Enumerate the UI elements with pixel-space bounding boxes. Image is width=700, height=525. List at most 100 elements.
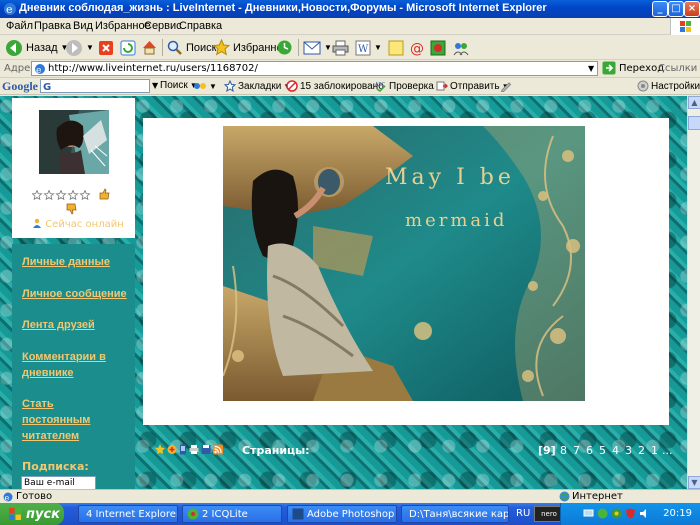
task-folder[interactable]: D:\Таня\всякие кар... <box>401 505 509 523</box>
windows-flag-icon <box>9 508 21 520</box>
highlight-button[interactable] <box>500 80 512 92</box>
ie-icon: e <box>4 3 16 16</box>
language-indicator[interactable]: RU <box>516 508 530 519</box>
subscribe-label: Подписка: <box>22 460 89 473</box>
menu-view[interactable]: Вид <box>73 20 93 32</box>
rss-icon[interactable] <box>213 444 223 455</box>
task-internet-explorer[interactable]: e 4 Internet Explorer <box>78 505 178 523</box>
page-content: Сейчас онлайн Личные данные Личное сообщ… <box>0 96 687 489</box>
scroll-thumb[interactable] <box>688 116 700 130</box>
sidebar-link-private-message[interactable]: Личное сообщение <box>22 286 127 302</box>
vertical-scrollbar[interactable]: ▲ ▼ <box>687 96 700 489</box>
at-icon: @ <box>410 41 424 56</box>
pin-icon[interactable] <box>155 444 165 455</box>
printer-icon <box>332 40 349 55</box>
overlay-text-line1: May I be <box>385 165 515 190</box>
extension-button[interactable] <box>430 38 446 57</box>
task-photoshop[interactable]: Adobe Photoshop <box>287 505 397 523</box>
google-search-dropdown[interactable]: ▼ <box>152 81 158 90</box>
status-bar: e Готово Интернет <box>0 489 700 503</box>
page-link-8[interactable]: 8 <box>560 444 567 457</box>
post-container: May I be mermaid <box>143 118 669 425</box>
tray-volume-icon[interactable] <box>639 508 650 519</box>
save-icon[interactable] <box>201 444 211 455</box>
thumbs-up-icon[interactable] <box>98 188 110 203</box>
close-button[interactable]: × <box>684 1 700 17</box>
pencil-icon <box>500 82 512 92</box>
go-button[interactable]: Переход <box>602 61 664 75</box>
bookmarks-button[interactable]: Закладки ▼ <box>224 80 291 92</box>
thumbs-down-icon[interactable] <box>65 203 77 218</box>
mail-button[interactable]: ▼ <box>303 38 332 57</box>
page-more[interactable]: ... <box>662 444 673 457</box>
google-options-icon <box>194 83 206 89</box>
avatar[interactable] <box>39 110 109 174</box>
rating-stars <box>32 190 92 200</box>
menu-edit[interactable]: Правка <box>34 20 71 32</box>
links-label[interactable]: Ссылки <box>658 63 697 74</box>
page-link-4[interactable]: 4 <box>612 444 619 457</box>
refresh-button[interactable] <box>120 38 136 57</box>
search-button[interactable]: Поиск <box>167 38 216 57</box>
back-button[interactable]: Назад ▼ <box>5 38 68 57</box>
note-icon <box>388 40 404 55</box>
page-link-2[interactable]: 2 <box>638 444 645 457</box>
popup-blocker-button[interactable]: 15 заблокировано <box>286 80 384 92</box>
post-image[interactable]: May I be mermaid <box>223 126 585 401</box>
history-button[interactable] <box>276 38 293 57</box>
google-search-input[interactable]: G <box>40 79 150 93</box>
page-link-1[interactable]: 1 <box>651 444 658 457</box>
tray-network-icon[interactable] <box>583 508 594 519</box>
address-dropdown-arrow[interactable]: ▼ <box>588 64 594 73</box>
address-input[interactable]: http://www.liveinternet.ru/users/1168702… <box>31 61 598 76</box>
edit-button[interactable]: W ▼ <box>355 38 382 57</box>
scroll-down-arrow[interactable]: ▼ <box>688 476 700 489</box>
task-icqlite[interactable]: 2 ICQLite <box>182 505 282 523</box>
add-icon[interactable] <box>167 444 177 455</box>
google-options-button[interactable]: ▼ <box>193 80 217 92</box>
messenger-button[interactable] <box>452 38 470 57</box>
start-button[interactable]: пуск <box>0 503 64 525</box>
page-link-3[interactable]: 3 <box>625 444 632 457</box>
menu-file[interactable]: Файл <box>6 20 33 32</box>
tray-antivirus-icon[interactable] <box>625 508 636 519</box>
post-actions <box>155 444 223 455</box>
menu-help[interactable]: Справка <box>179 20 222 32</box>
sidebar-link-diary-comments[interactable]: Комментарии в дневнике <box>22 349 122 381</box>
settings-button[interactable]: Настройки <box>637 80 700 92</box>
google-search-button[interactable]: Поиск ▼ <box>160 80 198 91</box>
forward-button[interactable]: ▼ <box>65 38 94 57</box>
tray-flower-icon[interactable] <box>611 508 622 519</box>
page-link-7[interactable]: 7 <box>573 444 580 457</box>
svg-text:e: e <box>6 3 13 16</box>
online-label: Сейчас онлайн <box>45 219 124 230</box>
svg-text:G: G <box>43 82 51 92</box>
minimize-button[interactable]: _ <box>652 1 668 17</box>
sidebar-link-friends-feed[interactable]: Лента друзей <box>22 317 95 333</box>
menu-tools[interactable]: Сервис <box>144 20 182 32</box>
spellcheck-button[interactable]: ABC Проверка ▼ <box>375 80 444 92</box>
star-icon <box>213 39 230 56</box>
sidebar-link-become-reader[interactable]: Стать постоянным читателем <box>22 396 107 444</box>
sidebar-link-personal-data[interactable]: Личные данные <box>22 254 110 270</box>
email-at-button[interactable]: @ <box>409 38 425 57</box>
maximize-button[interactable]: □ <box>668 1 684 17</box>
mobile-icon[interactable] <box>179 444 187 455</box>
google-toolbar: Google G ▼ Поиск ▼ ▼ Закладки ▼ 15 забло… <box>0 78 700 95</box>
profile-box: Сейчас онлайн <box>12 98 135 238</box>
page-link-6[interactable]: 6 <box>586 444 593 457</box>
address-bar: Адрес: http://www.liveinternet.ru/users/… <box>0 60 700 78</box>
scroll-up-arrow[interactable]: ▲ <box>688 96 700 109</box>
tray-icq-icon[interactable] <box>597 508 608 519</box>
email-input[interactable]: Ваш e-mail <box>21 476 96 489</box>
home-button[interactable] <box>141 38 158 57</box>
print-page-icon[interactable] <box>189 444 199 455</box>
menu-favorites[interactable]: Избранное <box>95 20 151 32</box>
google-logo[interactable]: Google <box>2 79 38 94</box>
notes-button[interactable] <box>388 38 404 57</box>
page-link-5[interactable]: 5 <box>599 444 606 457</box>
stop-button[interactable] <box>98 38 114 57</box>
settings-icon <box>637 80 649 92</box>
send-button[interactable]: Отправить ▼ <box>436 80 510 92</box>
print-button[interactable] <box>332 38 349 57</box>
